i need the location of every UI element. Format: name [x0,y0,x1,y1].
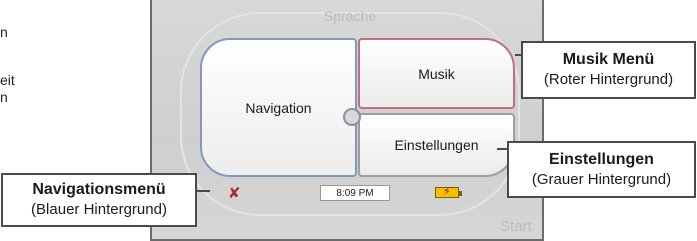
navigation-button[interactable]: Navigation [200,38,357,177]
callout-navigation-subtitle: (Blauer Hintergrund) [31,201,167,218]
clock-display: 8:09 PM [320,185,390,201]
callout-einstellungen-title: Einstellungen [549,151,654,168]
ghost-label-start: Start [500,218,532,235]
status-bar: ✘ 8:09 PM ⚡ [210,184,510,203]
callout-musik-title: Musik Menü [562,51,655,68]
leader-line-navigation [196,190,210,192]
callout-navigation: Navigationsmenü (Blauer Hintergrund) [1,173,197,227]
center-knob [343,108,361,126]
callout-einstellungen-subtitle: (Grauer Hintergrund) [531,171,672,188]
musik-button[interactable]: Musik [358,38,515,109]
device-screen: Sprache Start Navigation Musik Einstellu… [150,0,544,241]
ghost-label-sprache: Sprache [324,8,377,24]
clock-time: 8:09 PM [336,187,374,199]
callout-musik: Musik Menü (Roter Hintergrund) [521,41,696,99]
cropped-text-line-3: n [0,89,8,105]
cropped-text-line-1: n [0,24,8,40]
navigation-button-label: Navigation [245,99,312,116]
callout-musik-subtitle: (Roter Hintergrund) [543,71,674,88]
einstellungen-button-label: Einstellungen [394,137,479,153]
callout-navigation-title: Navigationsmenü [32,181,166,198]
lightning-icon: ⚡ [443,185,451,198]
cropped-text-line-2: eit [0,72,15,88]
gps-off-icon: ✘ [228,184,241,202]
callout-einstellungen: Einstellungen (Grauer Hintergrund) [507,141,696,198]
einstellungen-button[interactable]: Einstellungen [358,113,515,177]
battery-charging-icon: ⚡ [435,185,462,198]
musik-button-label: Musik [418,65,455,82]
